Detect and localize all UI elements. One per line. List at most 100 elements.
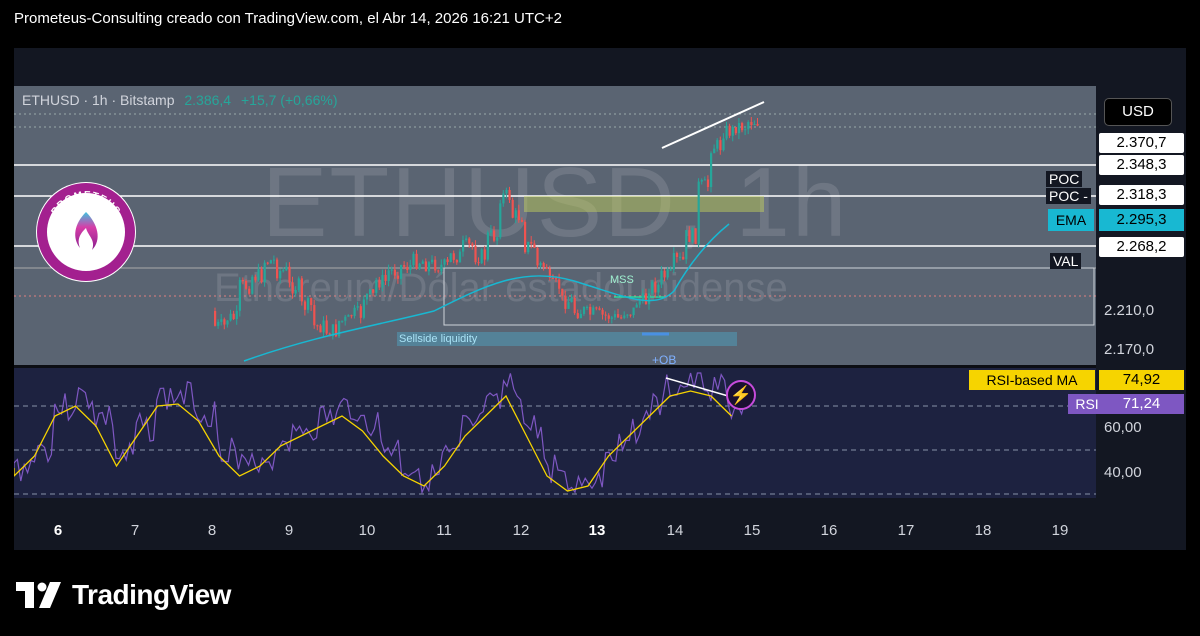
candle-body (483, 249, 486, 260)
rsi-chart-svg (14, 372, 1096, 495)
candle-body (508, 189, 511, 200)
time-tick-17: 17 (897, 522, 915, 539)
candle-body (589, 306, 592, 315)
candle-body (427, 262, 431, 272)
candle-body (365, 293, 369, 300)
candle-body (505, 189, 508, 194)
candle-body (279, 270, 282, 279)
candle-body (316, 325, 319, 327)
candle-body (341, 320, 344, 322)
candle-body (254, 276, 257, 281)
rsi-level-60: 60,00 (1104, 419, 1142, 436)
candle-body (542, 262, 545, 268)
val-tag: VAL (1050, 253, 1082, 269)
candle-body (685, 230, 688, 260)
time-tick-15: 15 (743, 522, 761, 539)
candle-body (586, 306, 589, 308)
candle-body (660, 270, 663, 285)
poc-price-label: 2.348,3 (1099, 155, 1184, 175)
candle-body (421, 261, 424, 264)
candle-body (226, 320, 229, 325)
candle-body (635, 304, 638, 308)
time-tick-16: 16 (820, 522, 838, 539)
candle-body (266, 262, 269, 264)
time-tick-7: 7 (130, 522, 140, 539)
chart-frame[interactable]: ETHUSD, 1h Ethereum/Dólar estadounidense… (14, 48, 1186, 550)
candle-body (431, 259, 434, 263)
candle-body (669, 269, 672, 271)
candle-body (313, 305, 316, 326)
poc-secondary-price-label: 2.318,3 (1099, 185, 1184, 205)
candle-body (610, 317, 613, 319)
candle-body (703, 179, 706, 181)
time-tick-6: 6 (53, 522, 63, 539)
candle-body (471, 243, 474, 246)
candle-body (443, 259, 446, 265)
candle-body (747, 121, 750, 130)
ema-tag: EMA (1048, 209, 1094, 231)
candle-body (598, 308, 601, 310)
candle-body (579, 313, 582, 319)
tradingview-logo-icon (16, 582, 61, 608)
candle-body (260, 269, 263, 283)
candle-body (536, 247, 539, 266)
candle-body (344, 316, 347, 321)
candle-body (499, 203, 502, 238)
time-tick-14: 14 (666, 522, 684, 539)
fair-value-gap-zone (524, 196, 764, 212)
candle-body (595, 307, 598, 309)
candle-body (604, 314, 607, 316)
candle-body (489, 230, 493, 233)
sellside-liquidity-label: Sellside liquidity (399, 333, 478, 345)
candle-body (486, 232, 489, 260)
candle-body (567, 302, 570, 309)
ema-price-label: 2.295,3 (1099, 209, 1184, 231)
symbol-legend[interactable]: ETHUSD · 1h · Bitstamp 2.386,4 +15,7 (+0… (22, 92, 338, 108)
candle-body (737, 123, 741, 134)
candle-body (356, 306, 359, 308)
candle-body (248, 288, 251, 294)
candle-body (675, 253, 679, 257)
candle-body (465, 238, 468, 241)
time-axis[interactable]: 6 7 8 9 10 11 12 13 14 15 16 17 18 19 (14, 498, 1186, 550)
rsi-pane[interactable] (14, 368, 1096, 498)
candle-body (437, 270, 440, 272)
tradingview-brand: TradingView (72, 579, 231, 610)
candle-body (251, 276, 254, 294)
candle-body (263, 262, 266, 283)
candle-body (297, 278, 300, 290)
candle-body (694, 228, 697, 244)
candle-body (688, 230, 691, 242)
candle-body (400, 265, 403, 279)
candle-body (620, 317, 623, 319)
candle-body (679, 256, 682, 258)
symbol-name: ETHUSD · 1h · Bitstamp (22, 92, 175, 108)
candle-body (731, 126, 734, 136)
candle-body (403, 265, 406, 267)
val-price-label: 2.268,2 (1099, 237, 1184, 257)
candle-body (406, 266, 409, 271)
time-tick-12: 12 (512, 522, 530, 539)
candle-body (682, 256, 685, 260)
candle-body (474, 245, 477, 263)
candle-body (393, 269, 396, 276)
candle-body (654, 281, 657, 293)
candle-body (700, 179, 703, 182)
candle-body (533, 243, 536, 248)
candle-body (480, 249, 483, 264)
currency-button[interactable]: USD (1104, 98, 1172, 126)
lightning-bolt-icon[interactable]: ⚡ (726, 380, 756, 410)
candle-body (291, 282, 294, 294)
candle-body (663, 270, 666, 278)
candle-body (350, 315, 353, 317)
candle-body (561, 288, 564, 296)
candle-body (592, 307, 595, 315)
candle-body (229, 313, 232, 321)
candle-body (725, 125, 728, 139)
time-tick-13: 13 (588, 522, 606, 539)
tradingview-footer: TradingView (16, 578, 231, 612)
price-pane[interactable]: ETHUSD, 1h Ethereum/Dólar estadounidense… (14, 86, 1096, 365)
candle-body (458, 251, 462, 263)
time-tick-18: 18 (974, 522, 992, 539)
candle-body (551, 278, 555, 280)
